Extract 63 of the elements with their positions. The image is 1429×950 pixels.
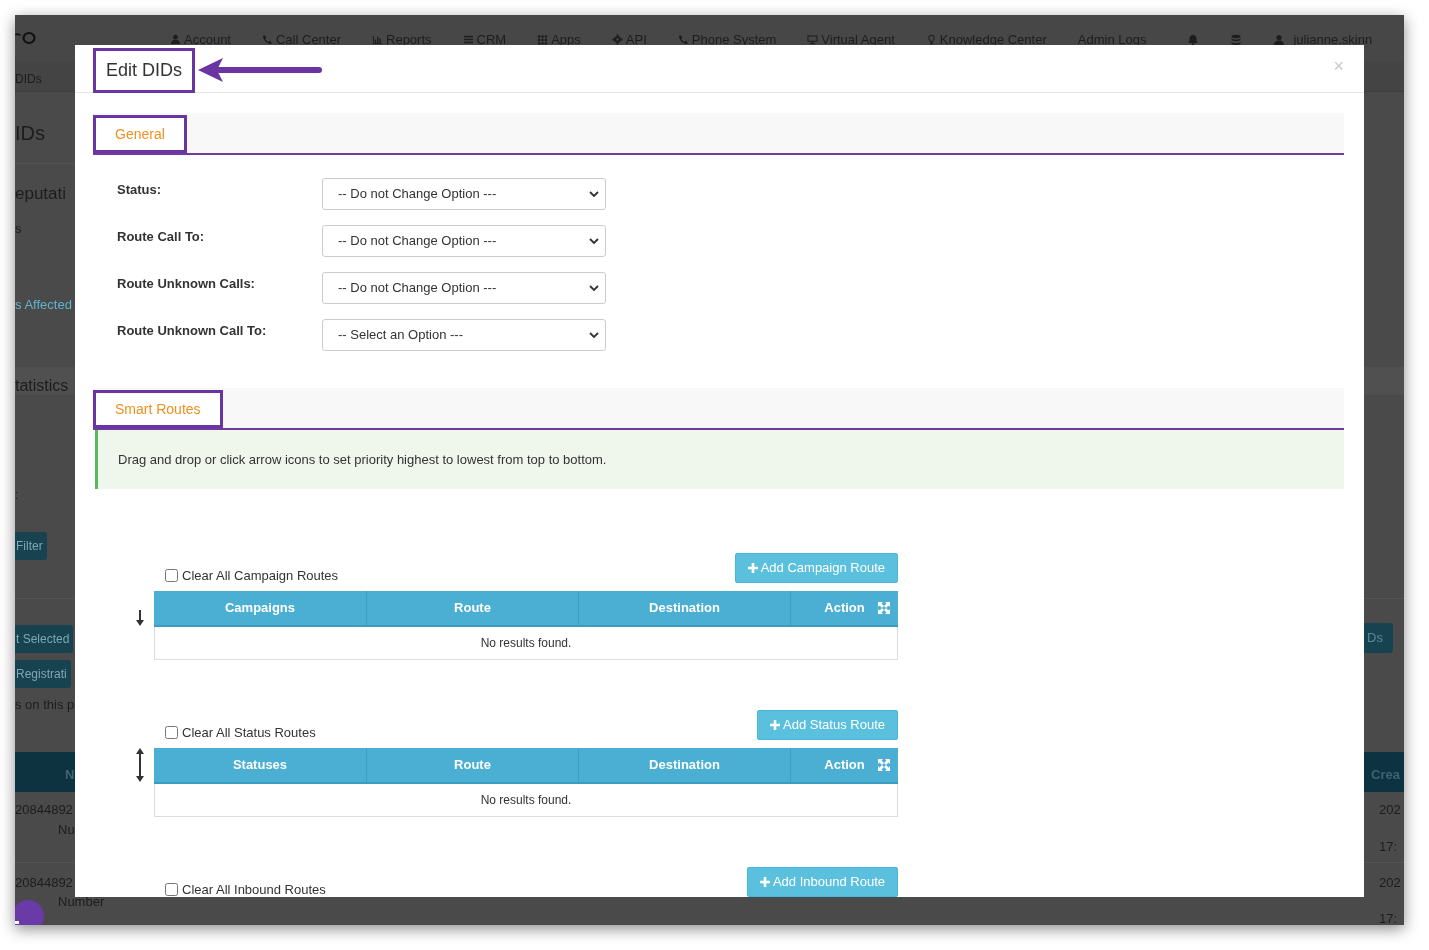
chevron-down-icon <box>589 237 599 245</box>
plus-icon <box>770 720 781 730</box>
plus-icon <box>759 877 770 887</box>
tab[interactable]: Smart Routes <box>93 390 223 428</box>
checkbox[interactable]: Clear All Inbound Routes <box>165 879 326 897</box>
chevron-down-icon <box>589 190 599 198</box>
arrow-down-icon[interactable] <box>136 610 144 626</box>
empty-message: No results found. <box>480 635 572 652</box>
column-header: Destination <box>649 599 720 618</box>
field-label: Route Call To: <box>117 228 206 246</box>
field-label: Status: <box>117 181 163 199</box>
gear-icon <box>611 34 623 46</box>
modal-title: Edit DIDs <box>106 58 183 82</box>
phone-icon <box>677 34 689 46</box>
database-button[interactable] <box>1230 33 1243 46</box>
button[interactable]: Filter <box>15 532 47 560</box>
add-button[interactable]: Add Inbound Route <box>746 867 898 897</box>
column-header: Action <box>824 599 865 618</box>
expand-icon[interactable] <box>878 602 890 614</box>
tab[interactable]: General <box>93 115 187 153</box>
chevron-down-icon <box>589 331 599 339</box>
column-header: Destination <box>649 756 720 775</box>
link[interactable]: s Affected <box>15 295 72 315</box>
checkbox[interactable]: Clear All Campaign Routes <box>165 565 339 585</box>
empty-message: No results found. <box>480 792 572 809</box>
lightbulb-icon <box>925 34 937 46</box>
column-header: Campaigns <box>224 599 296 618</box>
database-icon <box>1230 33 1243 46</box>
notice: Drag and drop or click arrow icons to set priority highest to lowest from top to bottom. <box>95 430 1344 489</box>
logo-icon <box>15 31 37 45</box>
chevron-down-icon <box>589 284 599 292</box>
select-field[interactable]: -- Do not Change Option --- <box>322 225 606 257</box>
checkbox-input[interactable] <box>165 725 178 739</box>
user-icon <box>1273 33 1286 46</box>
column-header: Statuses <box>232 756 288 775</box>
bell-button[interactable] <box>1187 33 1200 46</box>
phone-icon <box>262 34 273 46</box>
column-header: Route <box>454 599 491 618</box>
button[interactable]: t Selected <box>15 625 74 653</box>
add-button[interactable]: Add Campaign Route <box>734 553 898 583</box>
add-button[interactable]: Add Status Route <box>757 710 898 740</box>
field-label: Route Unknown Call To: <box>117 322 268 340</box>
plus-icon <box>747 563 758 573</box>
user-icon <box>170 34 181 46</box>
column-header: Route <box>454 756 491 775</box>
field-label: Route Unknown Calls: <box>117 275 256 293</box>
checkbox[interactable]: Clear All Status Routes <box>165 722 316 742</box>
select-field[interactable]: -- Do not Change Option --- <box>322 272 606 304</box>
bell-icon <box>1187 33 1200 46</box>
button[interactable]: Registrati <box>15 660 71 688</box>
checkbox-input[interactable] <box>165 568 178 582</box>
table-cell-text: : <box>15 486 19 504</box>
checkbox-input[interactable] <box>165 882 178 896</box>
close-button[interactable]: × <box>1333 57 1344 75</box>
monitor-icon <box>807 34 819 46</box>
arrow-up-down-icon[interactable] <box>136 748 144 782</box>
grid-icon <box>537 34 549 46</box>
list-icon <box>462 34 474 46</box>
select-field[interactable]: -- Select an Option --- <box>322 319 606 351</box>
column-header: Action <box>824 756 865 775</box>
bar-chart-icon <box>372 34 383 46</box>
select-field[interactable]: -- Do not Change Option --- <box>322 178 606 210</box>
expand-icon[interactable] <box>878 759 890 771</box>
